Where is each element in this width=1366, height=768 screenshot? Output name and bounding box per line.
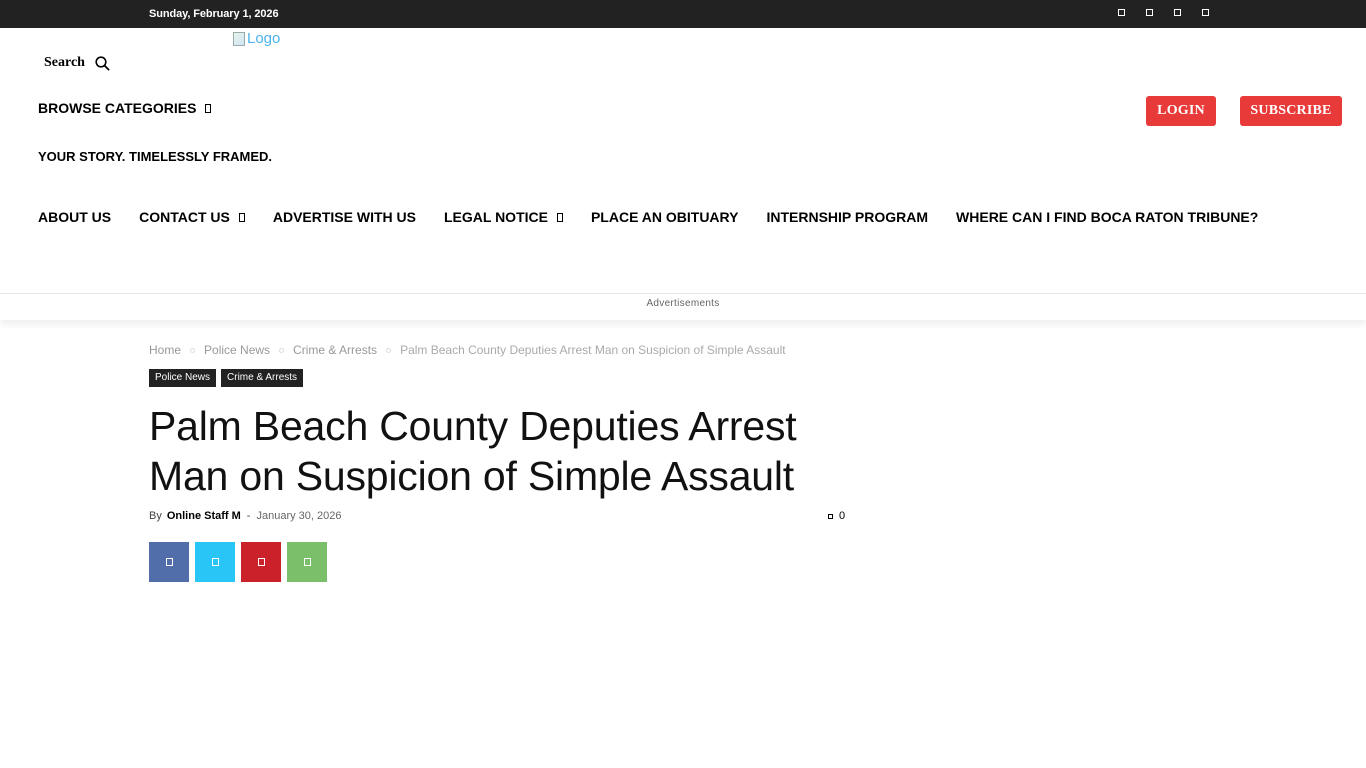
breadcrumb-current-page: Palm Beach County Deputies Arrest Man on… <box>400 343 786 357</box>
article-title: Palm Beach County Deputies Arrest Man on… <box>149 403 797 499</box>
search-icon <box>95 55 110 71</box>
by-label: By <box>149 510 162 522</box>
nav-item-label: ADVERTISE WITH US <box>272 209 416 225</box>
browse-categories-button[interactable]: BROWSE CATEGORIES <box>38 100 212 116</box>
breadcrumb-separator-icon <box>386 347 392 353</box>
twitter-icon[interactable] <box>1174 9 1181 16</box>
facebook-icon <box>165 558 173 566</box>
nav-item-label: ABOUT US <box>38 209 112 225</box>
tag-crime-arrests[interactable]: Crime & Arrests <box>221 369 304 387</box>
tag-police-news[interactable]: Police News <box>149 369 217 387</box>
nav-item-about-us[interactable]: ABOUT US <box>38 209 111 225</box>
nav-item-place-an-obituary[interactable]: PLACE AN OBITUARY <box>591 209 739 225</box>
advertisement-area: Advertisements <box>0 293 1366 320</box>
facebook-icon[interactable] <box>1118 9 1125 16</box>
breadcrumb-police-news[interactable]: Police News <box>204 343 270 357</box>
search-label: Search <box>44 55 85 70</box>
current-date: Sunday, February 1, 2026 <box>149 8 279 20</box>
nav-item-label: LEGAL NOTICE <box>443 209 548 225</box>
nav-item-contact-us[interactable]: CONTACT US <box>139 209 245 225</box>
nav-item-label: WHERE CAN I FIND BOCA RATON TRIBUNE? <box>956 209 1259 225</box>
article-meta: By Online Staff M - January 30, 2026 <box>149 510 341 522</box>
nav-item-label: PLACE AN OBITUARY <box>590 209 739 225</box>
pinterest-icon <box>257 558 265 566</box>
comments-link[interactable]: 0 <box>828 510 845 522</box>
twitter-icon <box>211 558 219 566</box>
author-link[interactable]: Online Staff M <box>167 510 241 522</box>
chevron-down-icon <box>205 103 212 113</box>
nav-item-label: CONTACT US <box>139 209 230 225</box>
broken-image-icon <box>233 31 245 46</box>
whatsapp-icon <box>303 558 311 566</box>
nav-item-label: INTERNSHIP PROGRAM <box>766 209 929 225</box>
chevron-down-icon <box>238 212 245 222</box>
site-tagline: YOUR STORY. TIMELESSLY FRAMED. <box>38 149 273 164</box>
comment-icon <box>828 513 833 519</box>
share-pinterest-button[interactable] <box>241 542 281 582</box>
login-button[interactable]: LOGIN <box>1146 96 1216 126</box>
advertisements-label: Advertisements <box>646 298 720 309</box>
nav-item-legal-notice[interactable]: LEGAL NOTICE <box>444 209 563 225</box>
nav-item-where-can-i-find[interactable]: WHERE CAN I FIND BOCA RATON TRIBUNE? <box>956 209 1258 225</box>
nav-item-internship-program[interactable]: INTERNSHIP PROGRAM <box>766 209 928 225</box>
youtube-icon[interactable] <box>1202 9 1209 16</box>
site-logo[interactable]: Logo <box>233 30 280 47</box>
breadcrumb-separator-icon <box>190 347 196 353</box>
breadcrumb-crime-arrests[interactable]: Crime & Arrests <box>293 343 377 357</box>
chevron-down-icon <box>556 212 563 222</box>
category-tags: Police News Crime & Arrests <box>149 369 304 387</box>
instagram-icon[interactable] <box>1146 9 1153 16</box>
breadcrumb-home[interactable]: Home <box>149 343 181 357</box>
share-twitter-button[interactable] <box>195 542 235 582</box>
share-facebook-button[interactable] <box>149 542 189 582</box>
publish-date: January 30, 2026 <box>256 510 342 522</box>
logo-alt-text: Logo <box>247 30 281 47</box>
breadcrumb-separator-icon <box>279 347 285 353</box>
main-navigation: ABOUT US CONTACT US ADVERTISE WITH US LE… <box>38 209 1258 225</box>
nav-item-advertise-with-us[interactable]: ADVERTISE WITH US <box>273 209 416 225</box>
browse-categories-label: BROWSE CATEGORIES <box>38 100 197 116</box>
meta-separator: - <box>246 510 251 522</box>
search-button[interactable]: Search <box>44 55 110 71</box>
comment-count: 0 <box>839 510 846 522</box>
share-whatsapp-button[interactable] <box>287 542 327 582</box>
breadcrumb: Home Police News Crime & Arrests Palm Be… <box>149 343 786 357</box>
subscribe-button[interactable]: SUBSCRIBE <box>1240 96 1342 126</box>
top-bar: Sunday, February 1, 2026 <box>0 0 1366 28</box>
